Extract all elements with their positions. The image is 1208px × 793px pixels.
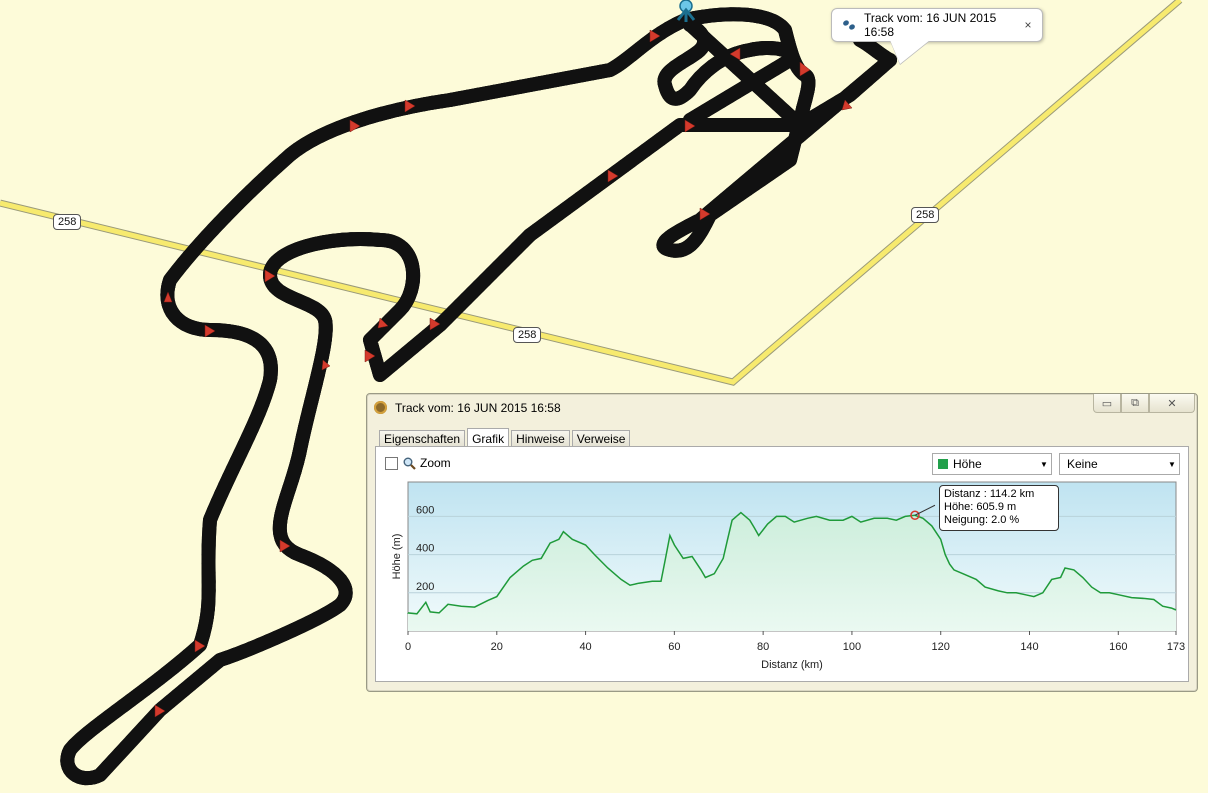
x-tick-label: 0 xyxy=(405,641,411,653)
y-axis-label: Höhe (m) xyxy=(391,534,403,580)
x-tick-label: 40 xyxy=(579,641,591,653)
app-icon xyxy=(374,401,387,414)
tooltip-distance: Distanz : 114.2 km xyxy=(944,488,1035,500)
elevation-chart[interactable]: 200 400 600 0 20 40 60 80 100 120 140 160 173 Distanz… xyxy=(376,477,1186,677)
point-tooltip: Distanz : 114.2 km Höhe: 605.9 m Neigung… xyxy=(939,485,1059,531)
tab-bar: Eigenschaften Grafik Hinweise Verweise xyxy=(379,427,632,449)
track-profile-window[interactable]: Track vom: 16 JUN 2015 16:58 ▭ ⧉ ✕ Eigen… xyxy=(366,393,1198,692)
tooltip-height: Höhe: 605.9 m xyxy=(944,501,1017,513)
x-tick-label: 80 xyxy=(757,641,769,653)
road-shield-258: 258 xyxy=(53,214,82,230)
tooltip-pointer xyxy=(890,40,930,64)
chevron-down-icon: ▼ xyxy=(1040,459,1048,469)
y-tick-label: 200 xyxy=(416,581,434,593)
x-tick-label: 173 xyxy=(1167,641,1185,653)
tooltip-close-button[interactable]: × xyxy=(1020,18,1036,32)
x-tick-label: 120 xyxy=(932,641,950,653)
chevron-down-icon: ▼ xyxy=(1168,459,1176,469)
y-tick-label: 600 xyxy=(416,504,434,516)
minimize-button[interactable]: ▭ xyxy=(1093,394,1121,413)
magnifier-icon xyxy=(403,457,416,470)
x-tick-label: 20 xyxy=(491,641,503,653)
road-shield-258: 258 xyxy=(513,327,542,343)
y-tick-label: 400 xyxy=(416,543,434,555)
primary-series-select[interactable]: Höhe ▼ xyxy=(932,453,1052,475)
window-titlebar[interactable]: Track vom: 16 JUN 2015 16:58 ▭ ⧉ ✕ xyxy=(367,394,1197,421)
close-button[interactable]: ✕ xyxy=(1149,394,1195,413)
x-tick-label: 60 xyxy=(668,641,680,653)
x-tick-label: 100 xyxy=(843,641,861,653)
track-tooltip[interactable]: Track vom: 16 JUN 2015 16:58 × xyxy=(831,8,1043,64)
x-tick-label: 140 xyxy=(1020,641,1038,653)
zoom-label: Zoom xyxy=(420,456,451,470)
road-shield-258: 258 xyxy=(911,207,940,223)
grafik-panel: Zoom Höhe ▼ Keine ▼ 200 400 600 0 20 40 60 80 1 xyxy=(375,446,1189,682)
secondary-series-select[interactable]: Keine ▼ xyxy=(1059,453,1180,475)
primary-series-value: Höhe xyxy=(953,457,982,471)
zoom-checkbox[interactable] xyxy=(385,456,398,470)
track-footprints-icon xyxy=(843,20,855,30)
x-tick-label: 160 xyxy=(1109,641,1127,653)
window-title: Track vom: 16 JUN 2015 16:58 xyxy=(395,401,561,415)
series-color-swatch xyxy=(938,459,948,469)
secondary-series-value: Keine xyxy=(1067,457,1098,471)
x-axis-label: Distanz (km) xyxy=(761,659,823,671)
tooltip-title: Track vom: 16 JUN 2015 16:58 xyxy=(864,11,997,39)
restore-button[interactable]: ⧉ xyxy=(1121,394,1149,413)
tooltip-slope: Neigung: 2.0 % xyxy=(944,514,1020,526)
